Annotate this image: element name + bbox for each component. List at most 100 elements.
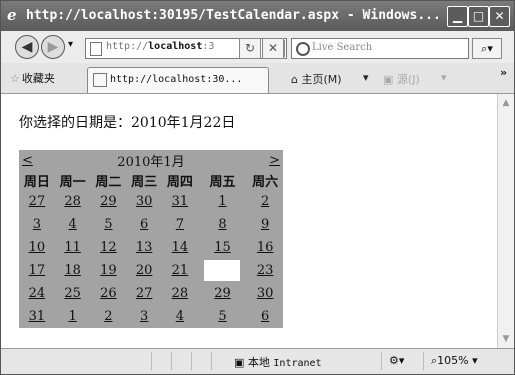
day-cell[interactable]: 10: [19, 236, 55, 259]
day-cell[interactable]: 20: [126, 259, 162, 282]
day-cell[interactable]: 24: [19, 282, 55, 305]
day-cell[interactable]: 2: [91, 305, 127, 328]
selected-day-cell[interactable]: [198, 259, 247, 282]
day-cell[interactable]: 6: [126, 213, 162, 236]
day-cell[interactable]: 5: [91, 213, 127, 236]
feeds-button[interactable]: ▣ 源(J): [383, 71, 420, 87]
day-link[interactable]: 9: [261, 217, 269, 232]
day-cell[interactable]: 15: [198, 236, 247, 259]
day-cell[interactable]: 29: [91, 190, 127, 213]
day-cell[interactable]: 8: [198, 213, 247, 236]
security-zone[interactable]: ▣ 本地 Intranet: [234, 354, 322, 370]
day-link[interactable]: 12: [100, 240, 117, 255]
day-cell[interactable]: 31: [162, 190, 198, 213]
day-cell[interactable]: 25: [55, 282, 91, 305]
day-link[interactable]: 28: [64, 194, 81, 209]
day-link[interactable]: 19: [100, 263, 117, 278]
day-link[interactable]: 6: [140, 217, 148, 232]
feeds-dropdown-icon[interactable]: ▾: [441, 71, 447, 84]
day-link[interactable]: 27: [136, 286, 153, 301]
stop-button[interactable]: ✕: [262, 38, 284, 59]
day-link[interactable]: 1: [218, 194, 226, 209]
day-link[interactable]: 30: [136, 194, 153, 209]
day-link[interactable]: 31: [172, 194, 189, 209]
minimize-button[interactable]: ▁: [447, 6, 468, 27]
day-link[interactable]: 15: [214, 240, 231, 255]
day-link[interactable]: 10: [29, 240, 46, 255]
day-cell[interactable]: 29: [198, 282, 247, 305]
day-link[interactable]: 2: [104, 309, 112, 324]
prev-month-link[interactable]: <: [22, 153, 33, 168]
day-link[interactable]: 31: [29, 309, 46, 324]
day-cell[interactable]: 6: [247, 305, 283, 328]
day-link[interactable]: 25: [64, 286, 81, 301]
search-box[interactable]: Live Search: [291, 38, 469, 59]
day-cell[interactable]: 21: [162, 259, 198, 282]
day-cell[interactable]: 2: [247, 190, 283, 213]
day-cell[interactable]: 17: [19, 259, 55, 282]
day-link[interactable]: 4: [68, 217, 76, 232]
day-cell[interactable]: 16: [247, 236, 283, 259]
day-cell[interactable]: 23: [247, 259, 283, 282]
day-cell[interactable]: 1: [55, 305, 91, 328]
day-link[interactable]: 26: [100, 286, 117, 301]
day-link[interactable]: 4: [176, 309, 184, 324]
day-link[interactable]: 21: [172, 263, 189, 278]
favorites-button[interactable]: ☆ 收藏夹: [10, 70, 55, 86]
protected-mode-icon[interactable]: ⚙▾: [389, 354, 404, 367]
day-link[interactable]: 23: [257, 263, 274, 278]
day-link[interactable]: 8: [218, 217, 226, 232]
day-link[interactable]: 29: [214, 286, 231, 301]
day-cell[interactable]: 18: [55, 259, 91, 282]
day-link[interactable]: 2: [261, 194, 269, 209]
day-link[interactable]: 27: [29, 194, 46, 209]
day-link[interactable]: 18: [64, 263, 81, 278]
day-link[interactable]: 29: [100, 194, 117, 209]
day-link[interactable]: 14: [172, 240, 189, 255]
day-link[interactable]: 17: [29, 263, 46, 278]
next-month-link[interactable]: >: [269, 153, 280, 168]
day-link[interactable]: 13: [136, 240, 153, 255]
day-cell[interactable]: 1: [198, 190, 247, 213]
day-link[interactable]: 11: [64, 240, 81, 255]
toolbar-overflow-button[interactable]: »: [500, 66, 507, 79]
day-cell[interactable]: 4: [162, 305, 198, 328]
zoom-control[interactable]: ⌕105% ▾: [431, 354, 478, 368]
day-link[interactable]: 7: [176, 217, 184, 232]
home-dropdown-icon[interactable]: ▾: [363, 71, 369, 84]
scroll-up-icon[interactable]: ▲: [499, 96, 513, 110]
day-link[interactable]: 16: [257, 240, 274, 255]
day-cell[interactable]: 28: [162, 282, 198, 305]
day-link[interactable]: 28: [172, 286, 189, 301]
day-link[interactable]: 6: [261, 309, 269, 324]
day-cell[interactable]: 4: [55, 213, 91, 236]
home-button[interactable]: ⌂ 主页(M): [291, 71, 342, 87]
day-cell[interactable]: 31: [19, 305, 55, 328]
day-cell[interactable]: 11: [55, 236, 91, 259]
day-link[interactable]: 20: [136, 263, 153, 278]
day-link[interactable]: 5: [104, 217, 112, 232]
day-cell[interactable]: 30: [247, 282, 283, 305]
history-dropdown-icon[interactable]: ▾: [68, 39, 73, 50]
day-cell[interactable]: 26: [91, 282, 127, 305]
day-link[interactable]: 24: [29, 286, 46, 301]
day-link[interactable]: 3: [140, 309, 148, 324]
day-cell[interactable]: 9: [247, 213, 283, 236]
day-cell[interactable]: 27: [126, 282, 162, 305]
maximize-button[interactable]: □: [468, 6, 489, 27]
day-cell[interactable]: 5: [198, 305, 247, 328]
search-button[interactable]: ⌕▾: [472, 38, 502, 59]
back-button[interactable]: ◀: [15, 35, 39, 59]
day-cell[interactable]: 13: [126, 236, 162, 259]
day-cell[interactable]: 3: [19, 213, 55, 236]
day-cell[interactable]: 28: [55, 190, 91, 213]
day-cell[interactable]: 3: [126, 305, 162, 328]
forward-button[interactable]: ▶: [41, 35, 65, 59]
day-cell[interactable]: 30: [126, 190, 162, 213]
vertical-scrollbar[interactable]: ▲ ▼: [497, 94, 514, 348]
day-cell[interactable]: 19: [91, 259, 127, 282]
scroll-down-icon[interactable]: ▼: [499, 332, 513, 346]
close-window-button[interactable]: ✕: [489, 6, 510, 27]
tab-localhost[interactable]: http://localhost:30...: [87, 67, 269, 93]
refresh-button[interactable]: ↻: [239, 38, 261, 59]
